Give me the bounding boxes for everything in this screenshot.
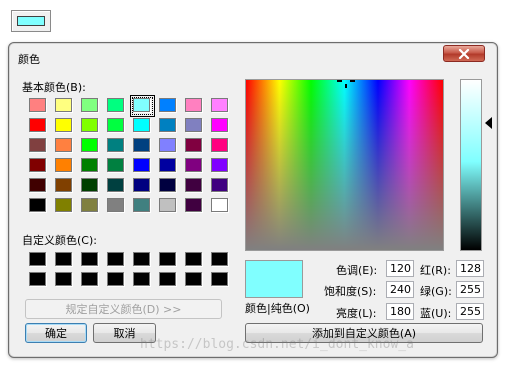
basic-color-swatch[interactable] [81,118,98,132]
basic-color-swatch[interactable] [185,138,202,152]
basic-color-swatch[interactable] [211,98,228,112]
basic-color-swatch[interactable] [185,198,202,212]
basic-color-swatch[interactable] [81,138,98,152]
basic-color-swatch[interactable] [133,158,150,172]
green-input[interactable]: 255 [456,281,484,298]
custom-color-swatch[interactable] [55,252,72,266]
luminance-label: 亮度(L): [336,307,377,320]
basic-color-swatch[interactable] [81,198,98,212]
custom-colors-label: 自定义颜色(C): [22,234,97,247]
custom-color-swatch[interactable] [159,272,176,286]
basic-colors-grid [25,95,230,216]
basic-color-swatch[interactable] [55,178,72,192]
basic-color-swatch[interactable] [133,198,150,212]
basic-color-swatch[interactable] [159,118,176,132]
custom-color-swatch[interactable] [211,272,228,286]
basic-color-swatch[interactable] [185,178,202,192]
custom-color-swatch[interactable] [211,252,228,266]
custom-color-swatch[interactable] [159,252,176,266]
custom-color-swatch[interactable] [185,272,202,286]
custom-color-swatch[interactable] [133,252,150,266]
basic-color-swatch[interactable] [29,118,46,132]
color-solid-label: 颜色|纯色(O) [245,302,310,315]
hue-input[interactable]: 120 [386,260,414,277]
basic-color-swatch[interactable] [107,178,124,192]
custom-colors-grid [25,250,230,290]
blue-label: 蓝(U): [420,307,452,320]
basic-color-swatch[interactable] [29,158,46,172]
dialog-title: 颜色 [18,53,40,66]
basic-color-swatch[interactable] [185,158,202,172]
red-label: 红(R): [420,264,451,277]
custom-color-swatch[interactable] [133,272,150,286]
basic-color-swatch[interactable] [107,138,124,152]
hue-label: 色调(E): [336,264,378,277]
basic-color-swatch[interactable] [133,118,150,132]
basic-color-swatch[interactable] [29,198,46,212]
basic-color-swatch[interactable] [55,158,72,172]
basic-color-swatch[interactable] [133,178,150,192]
basic-color-swatch[interactable] [55,198,72,212]
custom-color-swatch[interactable] [55,272,72,286]
basic-color-swatch[interactable] [130,95,155,117]
saturation-label: 饱和度(S): [324,285,377,298]
basic-color-swatch[interactable] [159,178,176,192]
basic-color-swatch[interactable] [107,198,124,212]
custom-color-swatch[interactable] [29,272,46,286]
luminance-slider[interactable] [460,79,482,251]
current-color-swatch [17,16,45,26]
basic-color-swatch[interactable] [107,98,124,112]
basic-color-swatch[interactable] [55,118,72,132]
basic-color-swatch[interactable] [81,98,98,112]
custom-color-swatch[interactable] [29,252,46,266]
basic-color-swatch[interactable] [55,138,72,152]
current-color-preview[interactable] [11,10,51,32]
custom-color-swatch[interactable] [107,252,124,266]
basic-color-swatch[interactable] [107,118,124,132]
custom-color-swatch[interactable] [81,252,98,266]
custom-color-swatch[interactable] [107,272,124,286]
basic-color-swatch[interactable] [159,98,176,112]
basic-color-swatch[interactable] [159,158,176,172]
blue-input[interactable]: 255 [456,303,484,320]
basic-color-swatch[interactable] [211,138,228,152]
basic-color-swatch[interactable] [211,178,228,192]
basic-color-swatch[interactable] [55,98,72,112]
basic-color-swatch[interactable] [81,178,98,192]
ok-button[interactable]: 确定 [25,323,87,343]
basic-color-swatch[interactable] [133,138,150,152]
basic-color-swatch[interactable] [159,198,176,212]
color-solid-preview [245,260,303,298]
custom-color-swatch[interactable] [185,252,202,266]
basic-color-swatch[interactable] [211,158,228,172]
basic-color-swatch[interactable] [159,138,176,152]
basic-color-swatch[interactable] [211,118,228,132]
luminance-input[interactable]: 180 [386,303,414,320]
color-dialog: 颜色 基本颜色(B): 自定义颜色(C): 规定自定义颜色(D) >> 确定 取… [8,42,498,358]
hue-saturation-spectrum[interactable] [245,79,444,251]
basic-color-swatch[interactable] [29,178,46,192]
define-custom-colors-button[interactable]: 规定自定义颜色(D) >> [25,299,222,319]
basic-color-swatch[interactable] [185,98,202,112]
basic-color-swatch[interactable] [185,118,202,132]
basic-color-swatch[interactable] [29,98,46,112]
basic-color-swatch[interactable] [107,158,124,172]
green-label: 绿(G): [420,285,452,298]
basic-color-swatch[interactable] [29,138,46,152]
dialog-titlebar: 颜色 [9,43,497,71]
watermark-text: https://blog.csdn.net/i_dont_know_a [140,337,414,352]
basic-colors-label: 基本颜色(B): [22,81,86,94]
spectrum-crosshair [337,79,357,91]
luminance-arrow-icon[interactable] [485,117,492,129]
basic-color-swatch[interactable] [211,198,228,212]
close-button[interactable] [443,45,485,62]
custom-color-swatch[interactable] [81,272,98,286]
saturation-input[interactable]: 240 [386,281,414,298]
basic-color-swatch[interactable] [81,158,98,172]
red-input[interactable]: 128 [456,260,484,277]
close-x-icon [458,48,470,59]
